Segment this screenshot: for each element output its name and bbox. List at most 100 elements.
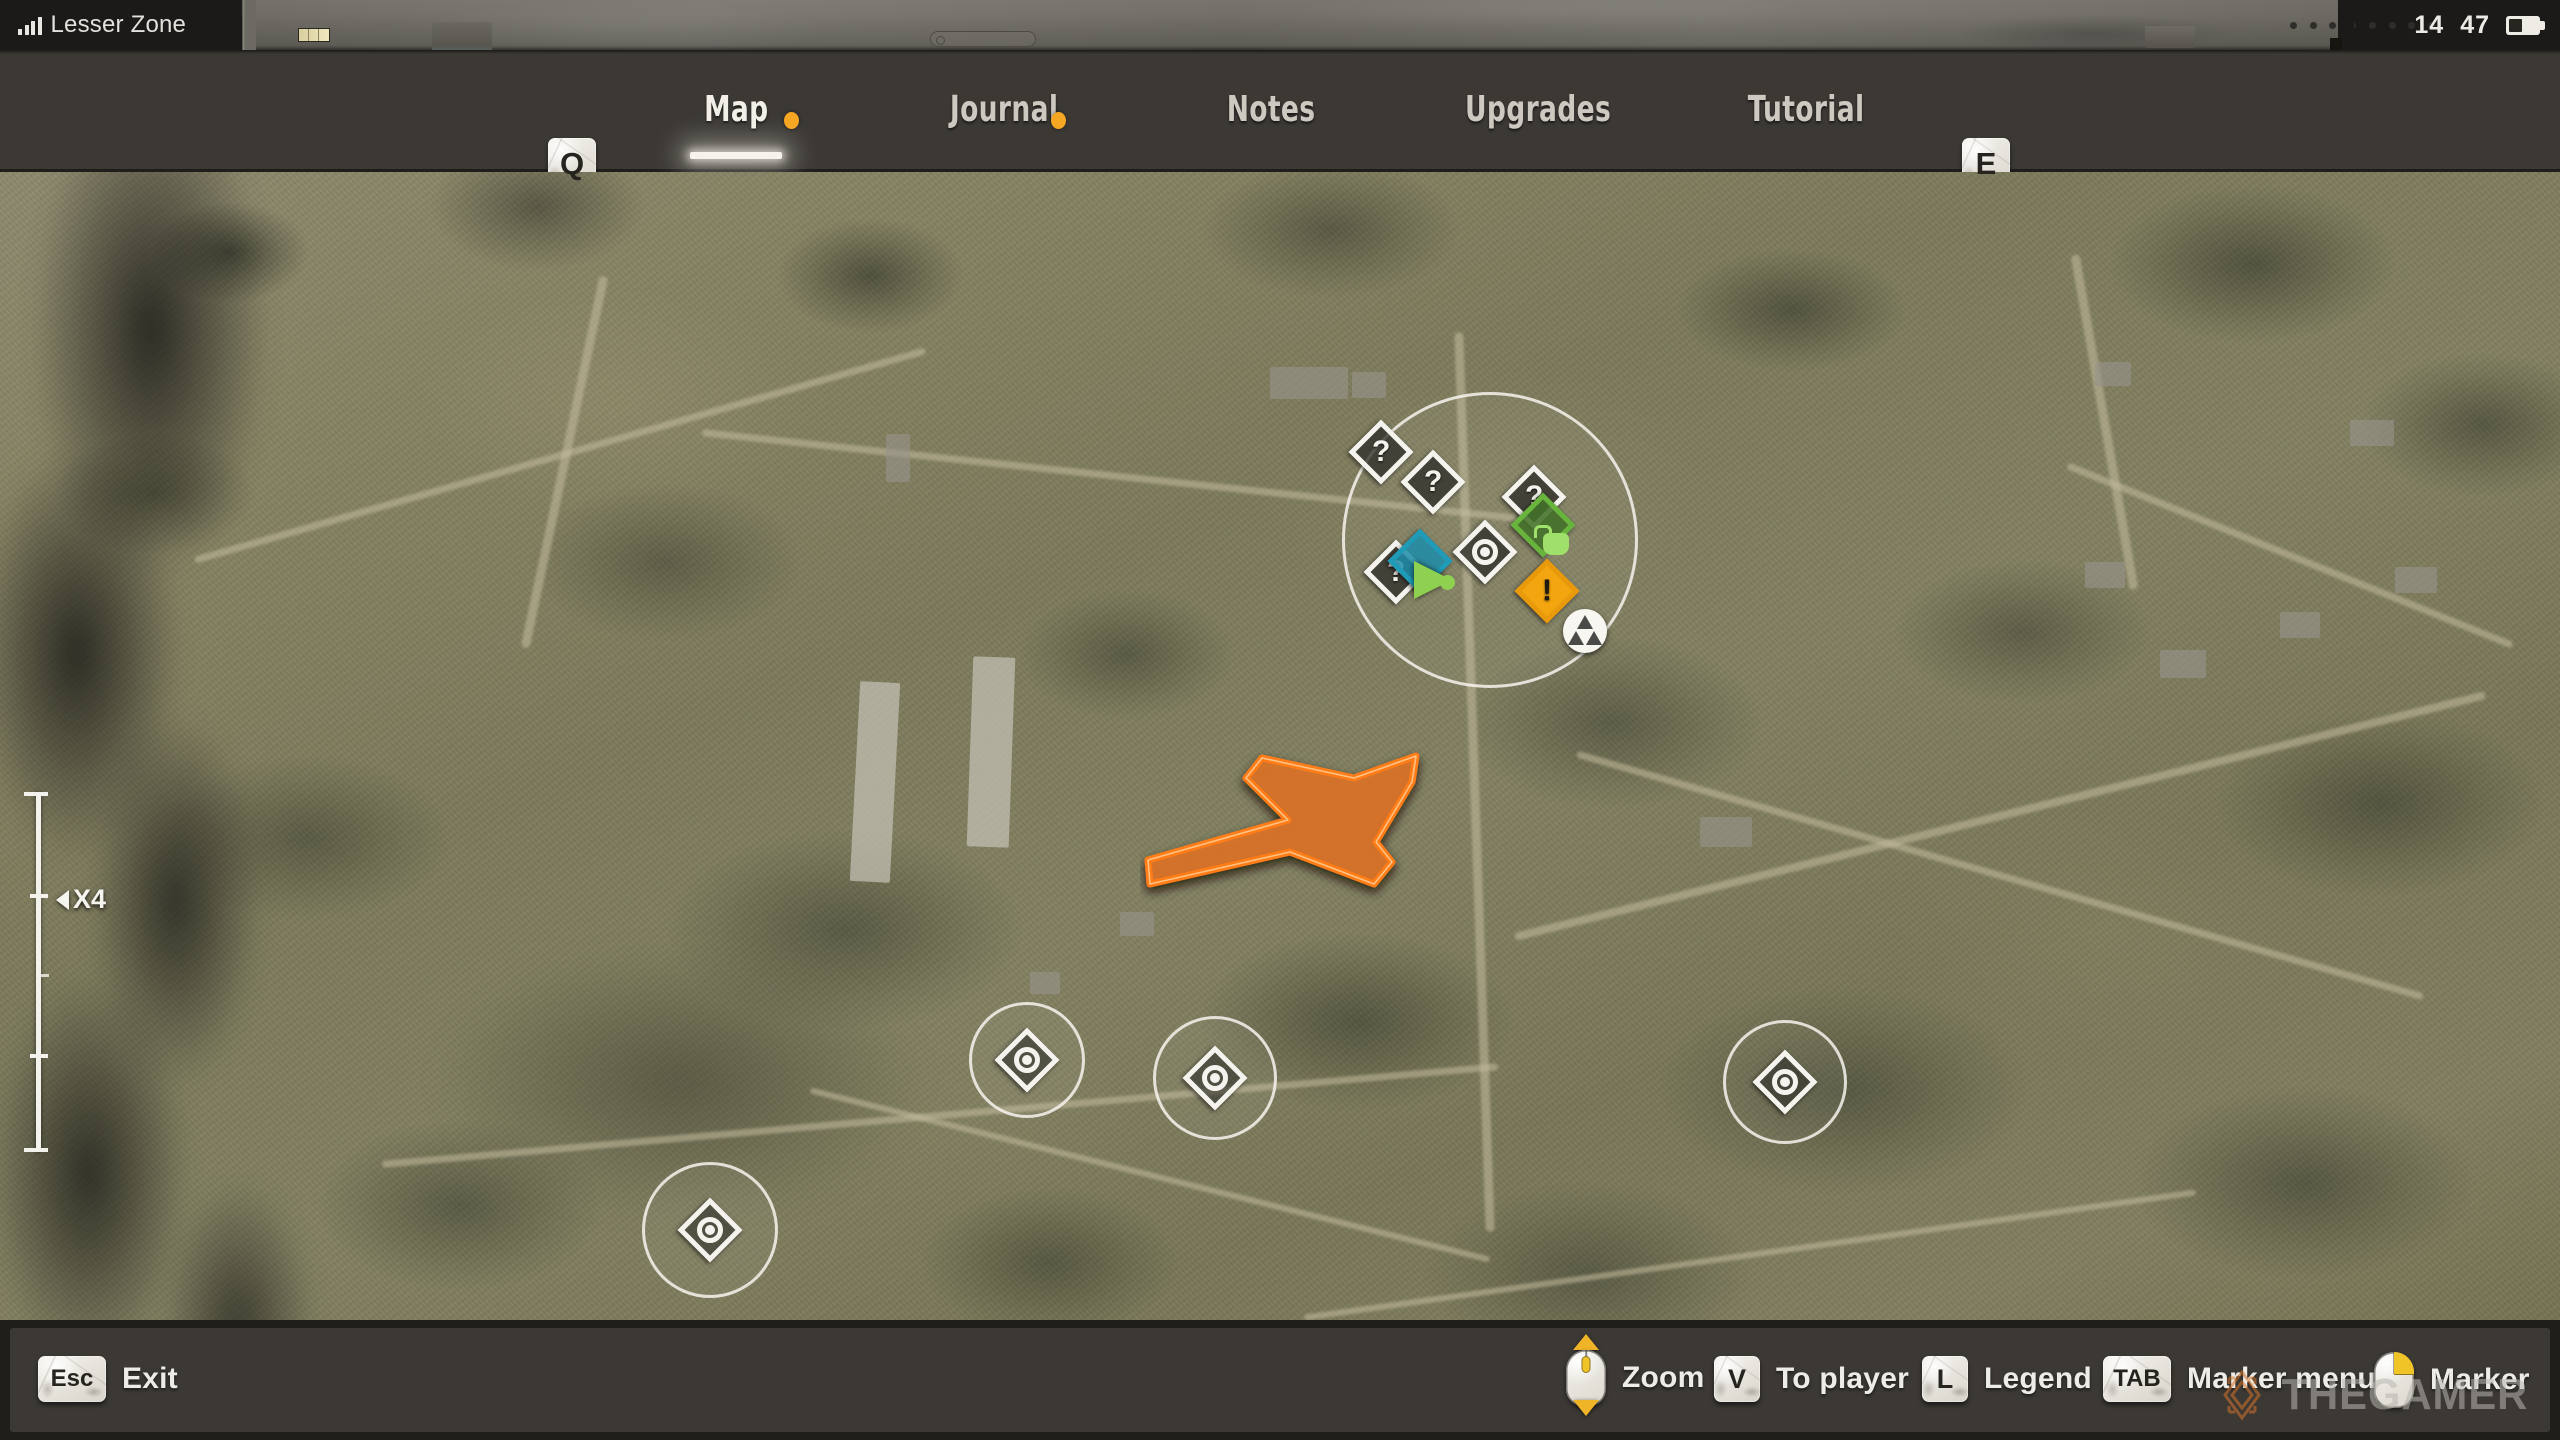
hint-legend[interactable]: L Legend	[1922, 1356, 2092, 1402]
zoom-scale-bottom-cap	[24, 1148, 48, 1152]
footer-hint-bar: Esc Exit Zoom V To player L Legend TAB Marker me…	[0, 1320, 2560, 1440]
next-tab-key-label: E	[1975, 146, 1997, 181]
zoom-scale-top-cap	[24, 792, 48, 796]
tab-upgrades[interactable]: Upgrades	[1408, 50, 1668, 169]
prev-tab-key-label: Q	[559, 146, 585, 181]
status-bar-left: Lesser Zone	[18, 10, 186, 40]
hint-key-label: Esc	[50, 1365, 94, 1392]
hint-key-exit[interactable]: Esc	[38, 1356, 106, 1402]
hint-key-label: TAB	[2113, 1365, 2161, 1392]
zoom-scale-tick	[30, 894, 48, 898]
zone-name: Lesser Zone	[50, 11, 187, 38]
pda-top-bezel	[0, 0, 2560, 50]
building	[886, 434, 910, 482]
tab-label: Journal	[949, 89, 1059, 130]
hint-label: Zoom	[1622, 1361, 1705, 1394]
player-marker[interactable]	[1387, 528, 1455, 599]
tab-tutorial[interactable]: Tutorial	[1676, 50, 1936, 169]
footer-hint-panel: Esc Exit Zoom V To player L Legend TAB Marker me…	[10, 1328, 2550, 1432]
poi-pin-2[interactable]	[1182, 1045, 1248, 1111]
bezel-button	[2145, 26, 2195, 48]
building	[1700, 817, 1752, 847]
hint-exit[interactable]: Esc Exit	[38, 1356, 178, 1402]
tab-notification-dot	[1051, 112, 1066, 129]
poi-pin-4[interactable]	[677, 1197, 743, 1263]
hint-label: Legend	[1984, 1362, 2092, 1395]
clock-hours: 14	[2414, 10, 2445, 39]
tab-label: Map	[703, 89, 769, 130]
hint-key-marker-menu[interactable]: TAB	[2103, 1356, 2171, 1402]
quest-marker[interactable]: !	[1514, 558, 1580, 624]
tab-notification-dot	[784, 112, 799, 129]
mouse-scroll-icon	[1566, 1334, 1606, 1416]
hint-label: To player	[1776, 1362, 1909, 1395]
anomaly-marker[interactable]	[1563, 609, 1607, 653]
building	[1352, 372, 1386, 398]
question-mark-icon: ?	[1400, 449, 1466, 515]
poi-pin-1[interactable]	[994, 1027, 1060, 1093]
tab-label: Notes	[1226, 89, 1316, 130]
tab-journal[interactable]: Journal	[874, 50, 1134, 169]
bezel-chip	[298, 28, 330, 42]
building	[1270, 367, 1348, 399]
building	[2280, 612, 2320, 638]
poi-pin-3[interactable]	[1752, 1049, 1818, 1115]
building	[1120, 912, 1154, 936]
tab-notes[interactable]: Notes	[1141, 50, 1401, 169]
stash-marker[interactable]	[1510, 492, 1576, 558]
tab-map[interactable]: Map	[606, 50, 866, 169]
hint-zoom[interactable]: Zoom	[1566, 1334, 1705, 1416]
player-arrow-icon	[1414, 561, 1455, 599]
thegamer-watermark-text: THEGAMER	[2281, 1370, 2529, 1419]
location-pin-icon	[677, 1197, 743, 1263]
location-pin-icon	[1752, 1049, 1818, 1115]
hint-key-label: V	[1727, 1363, 1746, 1394]
building	[2160, 650, 2206, 678]
building	[966, 656, 1016, 848]
bezel-tick	[2330, 38, 2342, 50]
tab-list: Map Journal Notes Upgrades Tutorial	[0, 50, 2560, 169]
hint-key-label: L	[1936, 1363, 1954, 1394]
zoom-scale[interactable]: X4	[18, 792, 108, 1152]
bezel-connector	[432, 22, 492, 50]
location-pin-icon	[1452, 519, 1518, 585]
location-pin-icon	[994, 1027, 1060, 1093]
unknown-marker-2[interactable]: ?	[1400, 449, 1466, 515]
thegamer-logo-icon	[2223, 1369, 2261, 1421]
bezel-plate-label	[930, 31, 1036, 47]
unknown-marker-1[interactable]: ?	[1348, 419, 1414, 485]
hint-label: Exit	[122, 1362, 178, 1395]
location-marker[interactable]	[1452, 519, 1518, 585]
zoom-level-caret-icon	[56, 889, 69, 910]
active-tab-underline	[690, 152, 782, 159]
clock-minutes: 47	[2460, 10, 2490, 39]
orange-direction-arrow	[1144, 752, 1420, 888]
question-mark-icon: ?	[1348, 419, 1414, 485]
map-screen: Lesser Zone 14 47 Map Journal Notes Upgrade…	[0, 0, 2560, 1440]
zoom-scale-tick	[38, 974, 49, 977]
zoom-level-label: X4	[73, 884, 107, 914]
zoom-scale-tick	[30, 1054, 48, 1058]
hint-key-to-player[interactable]: V	[1714, 1356, 1760, 1402]
zoom-scale-bar	[36, 792, 41, 1152]
thegamer-watermark: THEGAMER	[2215, 1368, 2535, 1422]
map-viewport[interactable]: ????! X4	[0, 172, 2560, 1320]
status-bar-right: 14 47	[2414, 10, 2545, 40]
tab-label: Tutorial	[1747, 89, 1865, 130]
building	[2085, 562, 2125, 588]
anomaly-hazard-icon	[1563, 609, 1607, 653]
stash-bag-icon	[1510, 492, 1576, 558]
building	[2095, 362, 2131, 386]
signal-bars-icon	[18, 16, 42, 35]
bezel-plate	[245, 0, 2345, 50]
bezel-notch	[232, 0, 256, 50]
building	[1030, 972, 1060, 994]
tab-navigation-bar: Map Journal Notes Upgrades Tutorial Q E	[0, 50, 2560, 190]
building	[2395, 567, 2437, 593]
building	[2350, 420, 2394, 446]
bezel-vent-dots	[2290, 20, 2435, 30]
location-pin-icon	[1182, 1045, 1248, 1111]
hint-to-player[interactable]: V To player	[1714, 1356, 1909, 1402]
hint-key-legend[interactable]: L	[1922, 1356, 1968, 1402]
zoom-level-indicator: X4	[56, 884, 106, 915]
